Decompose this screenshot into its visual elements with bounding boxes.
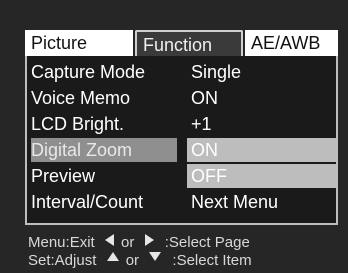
tab-picture[interactable]: Picture (25, 30, 133, 57)
menu-row-value[interactable]: ON (187, 138, 336, 162)
help-line-item: Set:Adjust or :Select Item (28, 252, 252, 269)
menu-row-label: Interval/Count (31, 192, 144, 212)
triangle-up-icon (106, 252, 119, 261)
menu-panel: Capture Mode Single Voice Memo ON LCD Br… (25, 56, 338, 225)
menu-row-label: Preview (31, 166, 96, 186)
help-action-text: :Select Page (164, 234, 250, 251)
menu-row-label: LCD Bright. (31, 114, 125, 134)
triangle-down-icon (149, 252, 162, 261)
menu-row-value[interactable]: Next Menu (187, 190, 336, 214)
help-exit-text: Menu:Exit (28, 234, 95, 251)
menu-row-value[interactable]: +1 (187, 112, 336, 136)
help-or-text: or (121, 234, 135, 251)
help-or-text: or (125, 252, 140, 269)
help-action-text: :Select Item (172, 252, 252, 269)
menu-row-preview[interactable]: Preview OFF (27, 164, 336, 190)
menu-row-value[interactable]: ON (187, 86, 336, 110)
menu-row-digital-zoom[interactable]: Digital Zoom ON (27, 138, 336, 164)
tab-ae-awb[interactable]: AE/AWB (245, 30, 338, 57)
triangle-right-icon (144, 234, 154, 246)
menu-row-label: Capture Mode (31, 62, 146, 82)
menu-row-voice-memo[interactable]: Voice Memo ON (27, 86, 336, 112)
help-line-page: Menu:Exit or :Select Page (28, 234, 250, 251)
help-adjust-text: Set:Adjust (28, 252, 97, 269)
menu-row-capture-mode[interactable]: Capture Mode Single (27, 60, 336, 86)
help-footer: Menu:Exit or :Select Page Set:Adjust or … (25, 232, 338, 273)
menu-row-value[interactable]: Single (187, 60, 336, 84)
menu-row-label: Voice Memo (31, 88, 131, 108)
menu-row-label: Digital Zoom (31, 138, 177, 162)
menu-row-interval-count[interactable]: Interval/Count Next Menu (27, 190, 336, 216)
tab-function[interactable]: Function (135, 30, 243, 57)
camera-menu-screen: Picture Function AE/AWB Capture Mode Sin… (0, 0, 348, 273)
triangle-left-icon (104, 234, 114, 246)
menu-row-lcd-bright[interactable]: LCD Bright. +1 (27, 112, 336, 138)
menu-row-value[interactable]: OFF (187, 164, 336, 188)
